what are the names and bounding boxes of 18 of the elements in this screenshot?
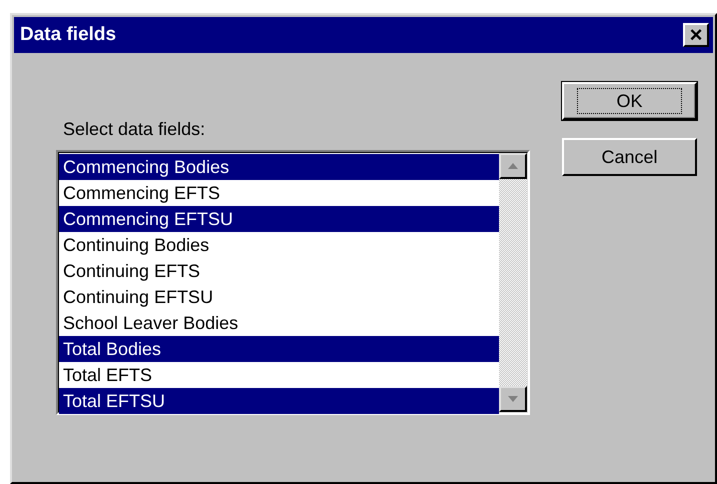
close-button[interactable]: × xyxy=(683,23,709,47)
scroll-down-icon[interactable] xyxy=(508,396,518,402)
window-title: Data fields xyxy=(20,24,116,46)
list-item[interactable]: Total Bodies xyxy=(59,336,499,362)
list-item[interactable]: Commencing Bodies xyxy=(59,154,499,180)
list-item[interactable]: Continuing EFTSU xyxy=(59,284,499,310)
list-item[interactable]: Continuing Bodies xyxy=(59,232,499,258)
dialog-button[interactable]: OK xyxy=(562,82,697,120)
list-item[interactable]: Commencing EFTSU xyxy=(59,206,499,232)
list-item[interactable]: School Leaver Bodies xyxy=(59,310,499,336)
scroll-bar[interactable] xyxy=(499,153,527,412)
list-label: Select data fields: xyxy=(63,119,206,140)
list-item[interactable]: Total EFTS xyxy=(59,362,499,388)
list-item[interactable]: Total EFTSU xyxy=(59,388,499,414)
list-item[interactable]: Continuing EFTS xyxy=(59,258,499,284)
dialog-button[interactable]: Cancel xyxy=(562,138,697,176)
scroll-up-icon[interactable] xyxy=(508,163,518,169)
list-item[interactable]: Commencing EFTS xyxy=(59,180,499,206)
